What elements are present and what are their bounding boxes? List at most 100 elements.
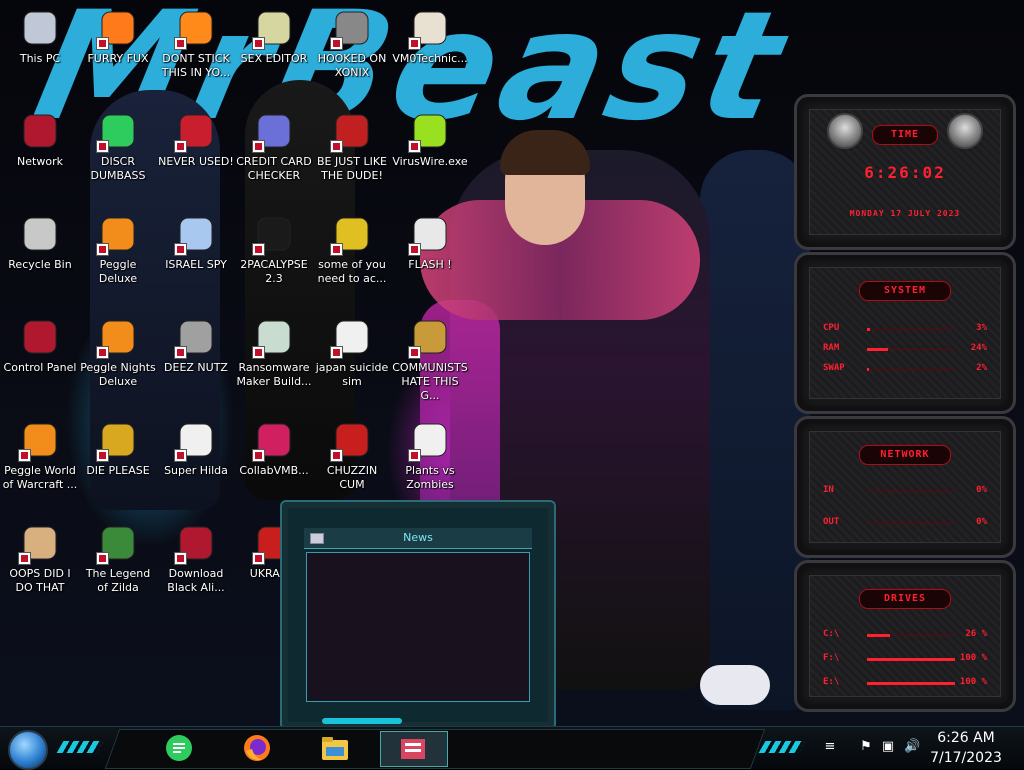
network-widget[interactable]: NETWORK IN 0% OUT 0% [794, 416, 1016, 558]
desktop-icon-label: SEX EDITOR [240, 52, 308, 65]
hxd-icon [252, 6, 296, 50]
usage-bar [867, 348, 955, 351]
flag-icon[interactable]: ⚑ [858, 739, 874, 755]
control-panel-icon [18, 315, 62, 359]
desktop-icon[interactable]: FLASH ! [392, 212, 468, 272]
taskbar-decoration [56, 741, 104, 753]
desktop-icon[interactable]: The Legend of Zilda [80, 521, 156, 595]
taskbar-decoration [758, 741, 806, 753]
drives-widget[interactable]: DRIVES C:\ 26 % F:\ 100 % E:\ 100 % [794, 560, 1016, 712]
widget-app-icon[interactable] [380, 731, 448, 767]
usage-bar-fill [867, 682, 955, 685]
news-titlebar[interactable]: News [304, 528, 532, 549]
collabvm-icon [252, 418, 296, 462]
usage-bar [867, 368, 955, 371]
widget-row-label: OUT [823, 517, 840, 527]
widget-row-label: F:\ [823, 653, 840, 663]
usage-bar [867, 523, 955, 524]
flash-file-icon [408, 212, 452, 256]
desktop-icon[interactable]: Peggle Deluxe [80, 212, 156, 286]
network-status-icon[interactable]: ▣ [880, 739, 896, 755]
system-widget[interactable]: SYSTEM CPU 3% RAM 24% SWAP 2% [794, 252, 1016, 414]
desktop-icon-label: FURRY FUX [87, 52, 149, 65]
desktop-icon[interactable]: Plants vs Zombies [392, 418, 468, 492]
volume-icon[interactable]: 🔊 [904, 739, 920, 755]
desktop-icon[interactable]: ISRAEL SPY [158, 212, 234, 272]
desktop-icon-label: DEEZ NUTZ [164, 361, 228, 374]
news-window[interactable]: News [280, 500, 556, 726]
drives-widget-title: DRIVES [859, 589, 951, 609]
desktop-icon[interactable]: japan suicide sim [314, 315, 390, 389]
widget-row: OUT 0% [823, 517, 987, 529]
desktop-icon[interactable]: Download Black Ali... [158, 521, 234, 595]
desktop-icon-label: japan suicide sim [315, 361, 389, 388]
desktop-icon[interactable]: DISCR DUMBASS [80, 109, 156, 183]
alien-icon [947, 113, 983, 149]
desktop-icon[interactable]: FURRY FUX [80, 6, 156, 66]
desktop-icon-label: Control Panel [3, 361, 77, 374]
beaver-icon [330, 212, 374, 256]
desktop-icon[interactable]: SEX EDITOR [236, 6, 312, 66]
shortcut-arrow-icon [252, 140, 265, 153]
firefox-icon[interactable] [240, 731, 274, 765]
desktop-icon[interactable]: DONT STICK THIS IN YO... [158, 6, 234, 80]
usage-bar [867, 328, 955, 331]
desktop-icon[interactable]: VM0Technic... [392, 6, 468, 66]
notification-icon[interactable]: ≡ [822, 739, 838, 755]
widget-row-label: RAM [823, 343, 840, 353]
widget-row: SWAP 2% [823, 363, 987, 375]
desktop-icon[interactable]: Super Hilda [158, 418, 234, 478]
terminal-icon [252, 212, 296, 256]
chat-app-icon[interactable] [162, 731, 196, 765]
desktop-icon[interactable]: CREDIT CARD CHECKER [236, 109, 312, 183]
desktop-icon[interactable]: 2PACALYPSE 2.3 [236, 212, 312, 286]
desktop-icon[interactable]: Network [2, 109, 78, 169]
desktop-icon[interactable]: Control Panel [2, 315, 78, 375]
widget-row-value: 0% [976, 517, 987, 527]
widget-row-label: C:\ [823, 629, 840, 639]
shortcut-arrow-icon [174, 552, 187, 565]
start-button[interactable] [8, 730, 48, 770]
desktop-icon[interactable]: some of you need to ac... [314, 212, 390, 286]
desktop-icon-label: Recycle Bin [8, 258, 72, 271]
desktop-icon[interactable]: OOPS DID I DO THAT [2, 521, 78, 595]
desktop-icon[interactable]: DEEZ NUTZ [158, 315, 234, 375]
desktop-icon[interactable]: HOOKED ON XONIX [314, 6, 390, 80]
desktop-icon[interactable]: CollabVMB... [236, 418, 312, 478]
zelda-icon [96, 521, 140, 565]
desktop-icon[interactable]: DIE PLEASE [80, 418, 156, 478]
desktop-icon[interactable]: COMMUNISTS HATE THIS G... [392, 315, 468, 403]
shortcut-arrow-icon [330, 243, 343, 256]
time-widget[interactable]: TIME 6:26:02 MONDAY 17 JULY 2023 [794, 94, 1016, 250]
alien-icon [827, 113, 863, 149]
shortcut-arrow-icon [252, 449, 265, 462]
desktop-icon-label: NEVER USED! [158, 155, 234, 168]
shortcut-arrow-icon [96, 552, 109, 565]
desktop-icon[interactable]: BE JUST LIKE THE DUDE! [314, 109, 390, 183]
desktop-icon[interactable]: Ransomware Maker Build... [236, 315, 312, 389]
desktop[interactable]: MrBeast This PC FURRY FUX DONT STICK THIS … [0, 0, 1024, 726]
clock-time: 6:26 AM [937, 730, 995, 746]
desktop-icon[interactable]: This PC [2, 6, 78, 66]
wallpaper-shoe [700, 665, 770, 705]
desktop-icon-label: some of you need to ac... [317, 258, 387, 285]
desktop-icon-label: DIE PLEASE [86, 464, 150, 477]
desktop-icon[interactable]: CHUZZIN CUM [314, 418, 390, 492]
desktop-icon[interactable]: Peggle Nights Deluxe [80, 315, 156, 389]
widget-row: RAM 24% [823, 343, 987, 355]
santa-icon [330, 109, 374, 153]
shortcut-arrow-icon [408, 243, 421, 256]
shortcut-arrow-icon [174, 140, 187, 153]
news-content[interactable] [306, 552, 530, 702]
desktop-icon[interactable]: Recycle Bin [2, 212, 78, 272]
widget-row: F:\ 100 % [823, 653, 987, 665]
taskbar-clock[interactable]: 6:26 AM 7/17/2023 [924, 728, 1008, 768]
desktop-icon[interactable]: VirusWire.exe [392, 109, 468, 169]
shortcut-arrow-icon [330, 140, 343, 153]
technician-icon [408, 6, 452, 50]
desktop-icon[interactable]: Peggle World of Warcraft ... [2, 418, 78, 492]
desktop-icon[interactable]: NEVER USED! [158, 109, 234, 169]
desktop-icon-label: ISRAEL SPY [165, 258, 227, 271]
file-explorer-icon[interactable] [318, 731, 352, 765]
usage-bar-fill [867, 348, 889, 351]
